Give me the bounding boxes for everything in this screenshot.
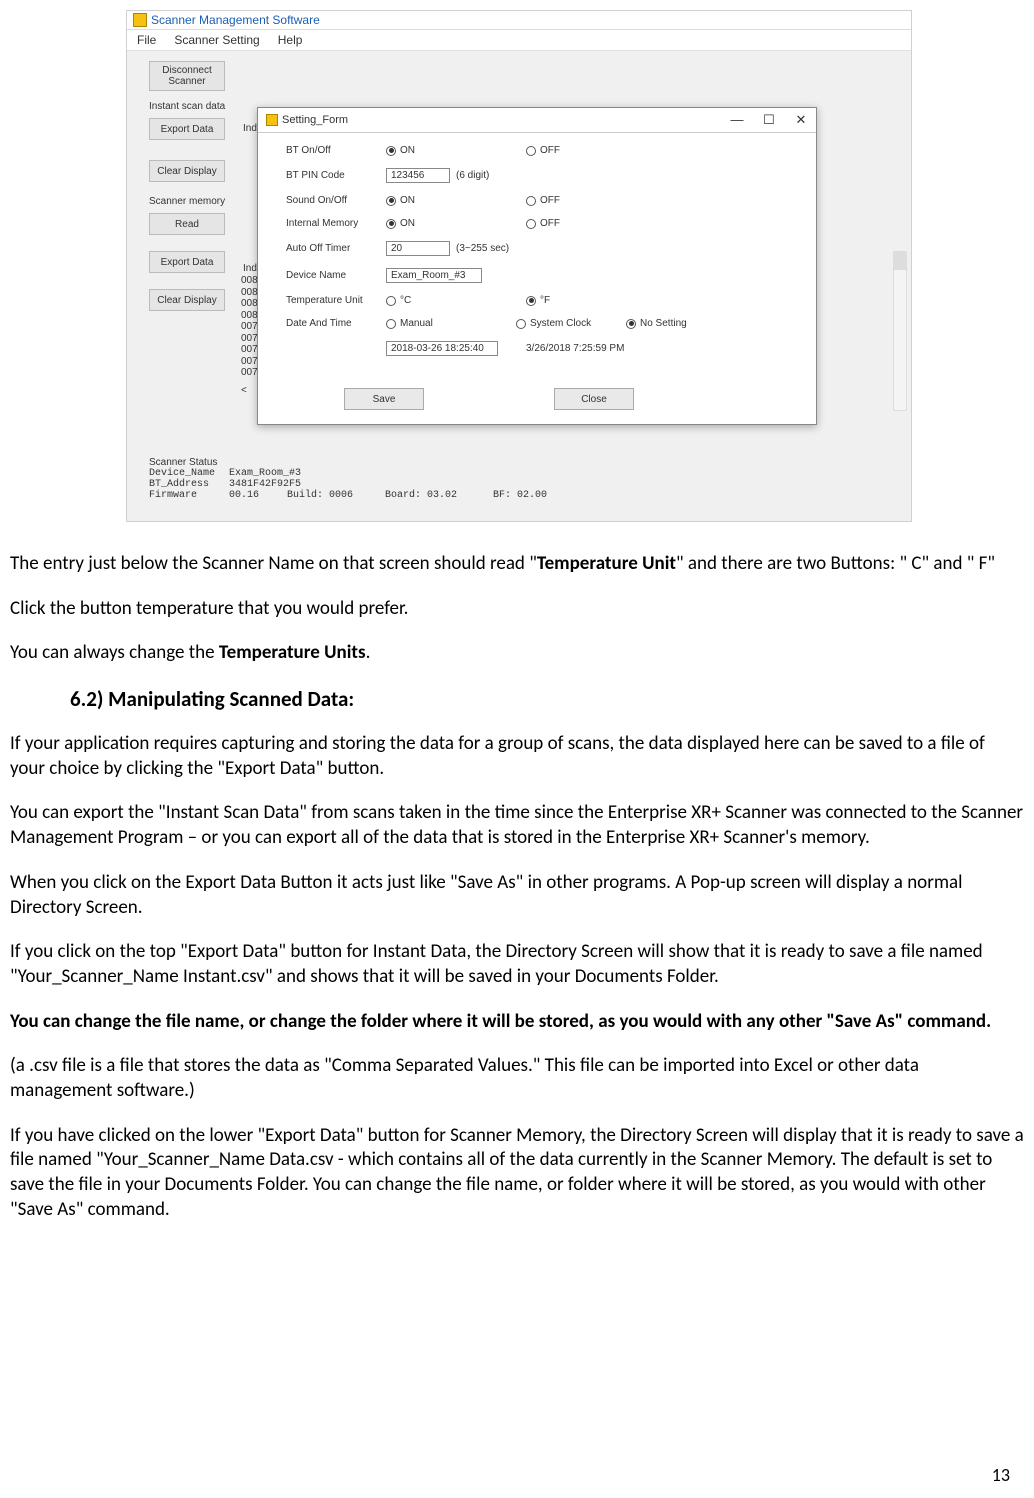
app-icon: [133, 13, 147, 27]
page-number: 13: [992, 1464, 1010, 1486]
scanner-mgmt-window: Scanner Management Software File Scanner…: [126, 10, 912, 522]
bt-pin-hint: (6 digit): [456, 170, 489, 181]
menu-help[interactable]: Help: [278, 33, 303, 47]
paragraph: If you click on the top "Export Data" bu…: [10, 940, 1024, 989]
read-button[interactable]: Read: [149, 213, 225, 235]
device-name-input[interactable]: Exam_Room_#3: [386, 268, 482, 283]
scanner-status: Scanner Status Device_NameExam_Room_#3 B…: [149, 451, 547, 501]
paragraph: (a .csv file is a file that stores the d…: [10, 1054, 1024, 1103]
minimize-icon[interactable]: —: [730, 112, 744, 128]
dt-manual-input[interactable]: 2018-03-26 18:25:40: [386, 341, 498, 356]
paragraph: When you click on the Export Data Button…: [10, 871, 1024, 920]
bt-pin-input[interactable]: 123456: [386, 168, 450, 183]
close-button[interactable]: Close: [554, 388, 634, 410]
close-icon[interactable]: ✕: [794, 112, 808, 128]
auto-off-timer-hint: (3~255 sec): [456, 243, 509, 254]
instant-scan-label: Instant scan data: [149, 101, 239, 112]
sound-off-radio[interactable]: OFF: [526, 195, 616, 206]
paragraph: The entry just below the Scanner Name on…: [10, 552, 1024, 577]
bt-on-radio[interactable]: ON: [386, 145, 476, 156]
status-label: Scanner Status: [149, 457, 547, 468]
dialog-titlebar: Setting_Form: [266, 114, 348, 126]
clear-display-memory-button[interactable]: Clear Display: [149, 289, 225, 311]
paragraph: You can always change the Temperature Un…: [10, 641, 1024, 666]
mem-off-radio[interactable]: OFF: [526, 218, 616, 229]
disconnect-button[interactable]: Disconnect Scanner: [149, 61, 225, 91]
internal-memory-label: Internal Memory: [286, 218, 386, 229]
bt-off-radio[interactable]: OFF: [526, 145, 616, 156]
export-data-instant-button[interactable]: Export Data: [149, 118, 225, 140]
sound-label: Sound On/Off: [286, 195, 386, 206]
scroll-left-arrow[interactable]: <: [241, 385, 247, 396]
mem-on-radio[interactable]: ON: [386, 218, 476, 229]
dt-system-radio[interactable]: System Clock: [516, 318, 626, 329]
clear-display-instant-button[interactable]: Clear Display: [149, 160, 225, 182]
setting-form-dialog: Setting_Form — ☐ ✕ BT On/Off ON: [257, 107, 817, 425]
menubar: File Scanner Setting Help: [127, 30, 911, 51]
sound-on-radio[interactable]: ON: [386, 195, 476, 206]
export-data-memory-button[interactable]: Export Data: [149, 251, 225, 273]
paragraph: If you have clicked on the lower "Export…: [10, 1124, 1024, 1223]
memory-scrollbar[interactable]: [893, 251, 907, 411]
paragraph: Click the button temperature that you wo…: [10, 597, 1024, 622]
paragraph: If your application requires capturing a…: [10, 732, 1024, 781]
save-button[interactable]: Save: [344, 388, 424, 410]
maximize-icon[interactable]: ☐: [762, 112, 776, 128]
date-time-label: Date And Time: [286, 318, 386, 329]
auto-off-timer-label: Auto Off Timer: [286, 243, 386, 254]
app-title: Scanner Management Software: [151, 13, 320, 27]
paragraph: You can change the file name, or change …: [10, 1010, 1024, 1035]
scanner-memory-label: Scanner memory: [149, 196, 239, 207]
menu-file[interactable]: File: [137, 33, 156, 47]
temp-f-radio[interactable]: °F: [526, 295, 616, 306]
section-heading-6-2: 6.2) Manipulating Scanned Data:: [70, 686, 1024, 712]
dt-manual-radio[interactable]: Manual: [386, 318, 476, 329]
dialog-title: Setting_Form: [282, 114, 348, 126]
menu-scanner-setting[interactable]: Scanner Setting: [174, 33, 259, 47]
device-name-label: Device Name: [286, 270, 386, 281]
bt-pin-label: BT PIN Code: [286, 170, 386, 181]
paragraph: You can export the "Instant Scan Data" f…: [10, 801, 1024, 850]
dt-system-value: 3/26/2018 7:25:59 PM: [526, 343, 624, 354]
app-titlebar: Scanner Management Software: [127, 11, 911, 30]
temp-c-radio[interactable]: °C: [386, 295, 476, 306]
dt-none-radio[interactable]: No Setting: [626, 318, 716, 329]
screenshot-container: Scanner Management Software File Scanner…: [126, 10, 1024, 522]
dialog-icon: [266, 114, 278, 126]
auto-off-timer-input[interactable]: 20: [386, 241, 450, 256]
bt-onoff-label: BT On/Off: [286, 145, 386, 156]
temperature-unit-label: Temperature Unit: [286, 295, 386, 306]
